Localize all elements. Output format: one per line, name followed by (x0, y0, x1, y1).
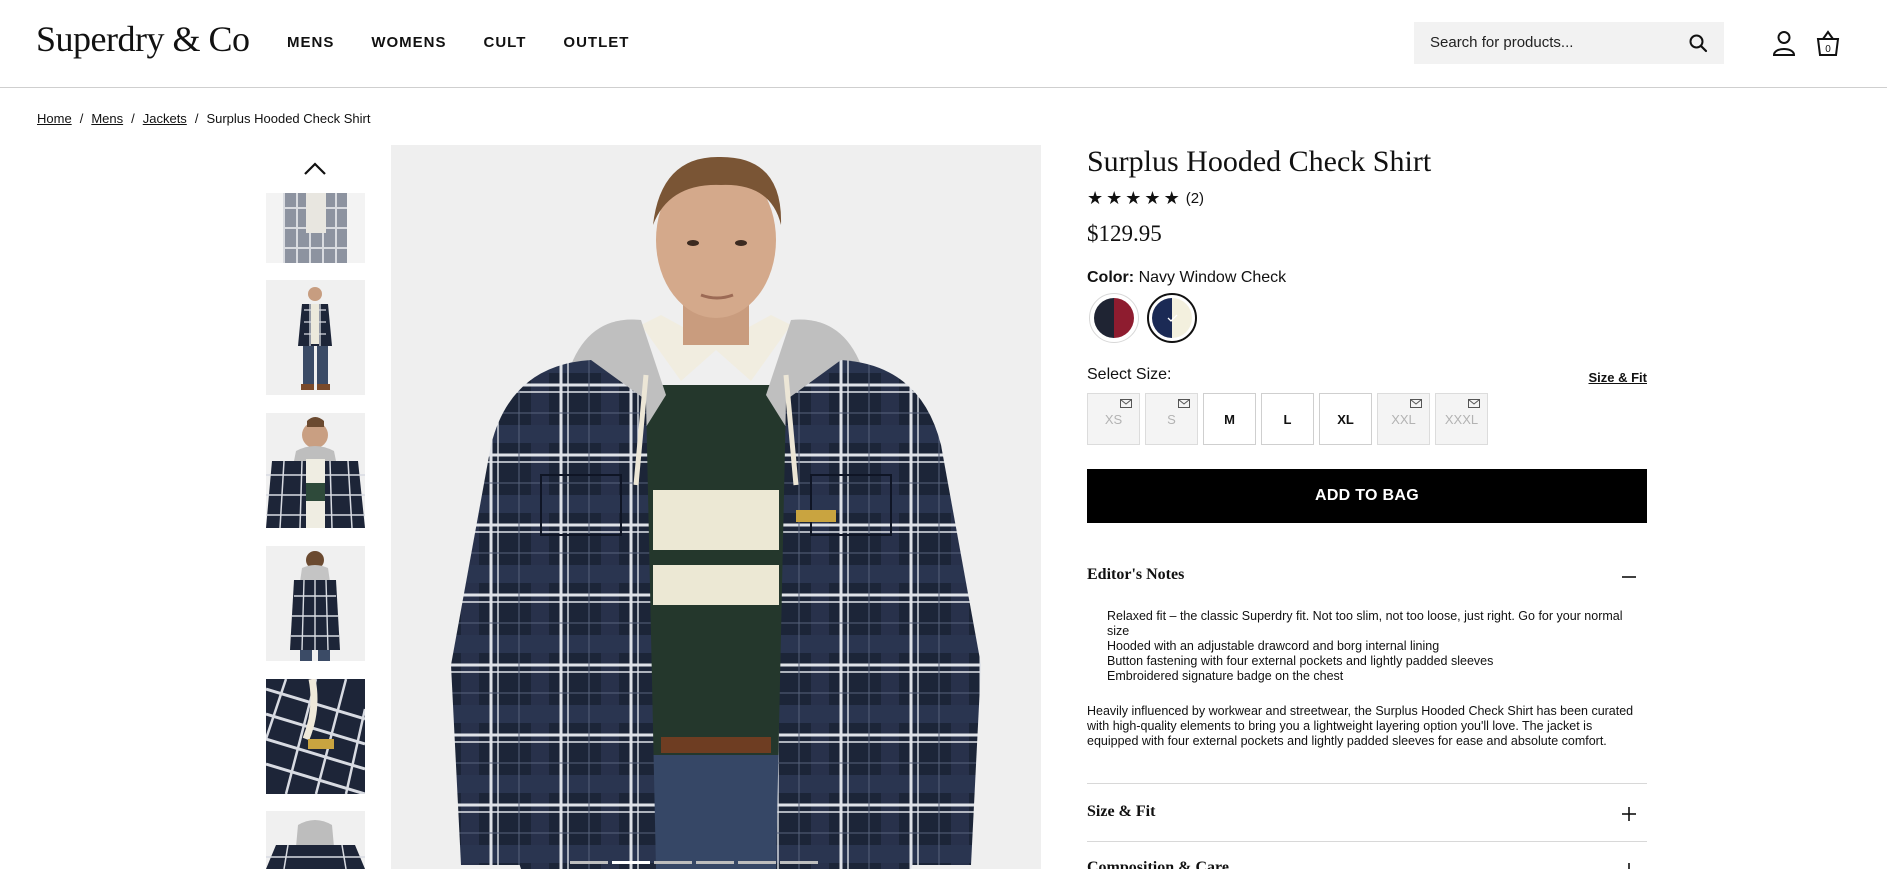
plus-icon[interactable] (1621, 862, 1637, 869)
product-main-image[interactable] (391, 145, 1041, 869)
editors-notes-description: Heavily influenced by workwear and stree… (1087, 704, 1634, 748)
bag-count: 0 (1825, 44, 1831, 55)
star-icon: ★ (1144, 188, 1161, 208)
list-item: Button fastening with four external pock… (1107, 654, 1494, 668)
mail-icon (1468, 399, 1480, 408)
gallery-dot[interactable] (696, 861, 734, 864)
mail-icon (1410, 399, 1422, 408)
check-icon (1167, 314, 1178, 322)
size-option-xs[interactable]: XS (1087, 393, 1140, 445)
accordion-editors-notes[interactable]: Editor's Notes (1087, 566, 1184, 584)
size-label-text: L (1283, 411, 1292, 427)
breadcrumb-current: Surplus Hooded Check Shirt (206, 111, 371, 126)
product-title: Surplus Hooded Check Shirt (1087, 145, 1432, 178)
size-option-xxxl[interactable]: XXXL (1435, 393, 1488, 445)
size-label-text: S (1167, 411, 1176, 427)
breadcrumb-separator: / (79, 111, 84, 126)
star-icon: ★ (1163, 188, 1180, 208)
product-thumbnail-image (266, 413, 365, 528)
main-nav: MENS WOMENS CULT OUTLET (287, 34, 666, 51)
gallery-thumbnail[interactable] (266, 280, 365, 395)
swatch-fill (1094, 298, 1134, 338)
size-option-s[interactable]: S (1145, 393, 1198, 445)
swatch-fill (1152, 298, 1192, 338)
gallery-progress (570, 861, 818, 864)
rating-count[interactable]: (2) (1186, 190, 1204, 207)
gallery-dot[interactable] (654, 861, 692, 864)
size-option-xl[interactable]: XL (1319, 393, 1372, 445)
star-icon: ★ (1087, 188, 1104, 208)
mail-icon (1120, 399, 1132, 408)
gallery-thumbnail[interactable] (266, 546, 365, 661)
search-input[interactable]: Search for products... (1430, 34, 1573, 51)
site-header: Superdry & Co MENS WOMENS CULT OUTLET Se… (0, 0, 1887, 88)
breadcrumb-home[interactable]: Home (37, 111, 72, 126)
gallery-thumbnail[interactable] (266, 413, 365, 528)
editors-notes-list: Relaxed fit – the classic Superdry fit. … (1107, 609, 1632, 684)
breadcrumb-mens[interactable]: Mens (91, 111, 123, 126)
color-label: Color: (1087, 269, 1135, 286)
size-label-text: XS (1104, 411, 1123, 427)
search-icon[interactable] (1688, 33, 1708, 53)
size-label-text: XL (1337, 411, 1354, 427)
nav-item-cult[interactable]: CULT (484, 34, 527, 51)
divider (1087, 841, 1647, 842)
mail-icon (1178, 399, 1190, 408)
size-option-xxl[interactable]: XXL (1377, 393, 1430, 445)
product-price: $129.95 (1087, 221, 1162, 246)
gallery-thumbnail[interactable] (266, 811, 365, 869)
breadcrumb-separator: / (194, 111, 199, 126)
color-value: Navy Window Check (1138, 269, 1287, 286)
product-photo (391, 145, 1041, 869)
nav-item-mens[interactable]: MENS (287, 34, 334, 51)
plus-icon[interactable] (1621, 806, 1637, 822)
list-item: Hooded with an adjustable drawcord and b… (1107, 639, 1440, 653)
product-thumbnail-image (266, 193, 365, 263)
star-icon: ★ (1125, 188, 1142, 208)
size-label-text: XXL (1391, 411, 1416, 427)
search-bar[interactable]: Search for products... (1414, 22, 1724, 64)
color-swatch-navy-burgundy[interactable] (1089, 293, 1139, 343)
size-option-l[interactable]: L (1261, 393, 1314, 445)
color-line: Color: Navy Window Check (1087, 269, 1286, 287)
product-thumbnail-image (266, 546, 365, 661)
gallery-thumbnail[interactable] (266, 679, 365, 794)
accordion-size-fit[interactable]: Size & Fit (1087, 803, 1155, 821)
breadcrumb-jackets[interactable]: Jackets (143, 111, 187, 126)
account-icon[interactable] (1772, 30, 1796, 56)
gallery-dot-active[interactable] (612, 861, 650, 864)
rating[interactable]: ★ ★ ★ ★ ★ (2) (1087, 189, 1204, 207)
gallery-dot[interactable] (570, 861, 608, 864)
minus-icon[interactable] (1621, 567, 1637, 583)
accordion-composition-care[interactable]: Composition & Care (1087, 859, 1229, 869)
breadcrumb-separator: / (131, 111, 135, 126)
site-logo[interactable]: Superdry & Co (36, 18, 250, 60)
size-label-text: M (1224, 411, 1235, 427)
product-thumbnail-image (266, 280, 365, 395)
color-swatch-navy-window-check[interactable] (1147, 293, 1197, 343)
product-thumbnail-image (266, 811, 365, 869)
nav-item-outlet[interactable]: OUTLET (563, 34, 629, 51)
size-selector: XS S M L XL XXL XXXL (1087, 393, 1493, 445)
breadcrumb: Home / Mens / Jackets / Surplus Hooded C… (37, 111, 370, 126)
bag-icon[interactable]: 0 (1815, 29, 1841, 57)
chevron-up-icon[interactable] (303, 160, 327, 176)
size-label-text: XXXL (1444, 411, 1479, 427)
list-item: Relaxed fit – the classic Superdry fit. … (1107, 609, 1623, 638)
gallery-dot[interactable] (738, 861, 776, 864)
star-icon: ★ (1106, 188, 1123, 208)
gallery-dot[interactable] (780, 861, 818, 864)
nav-item-womens[interactable]: WOMENS (371, 34, 446, 51)
add-to-bag-button[interactable]: ADD TO BAG (1087, 469, 1647, 523)
gallery-thumbnail[interactable] (266, 193, 365, 263)
size-option-m[interactable]: M (1203, 393, 1256, 445)
product-thumbnail-image (266, 679, 365, 794)
list-item: Embroidered signature badge on the chest (1107, 669, 1344, 683)
size-fit-link[interactable]: Size & Fit (1588, 370, 1647, 385)
size-label: Select Size: (1087, 366, 1172, 383)
divider (1087, 783, 1647, 784)
